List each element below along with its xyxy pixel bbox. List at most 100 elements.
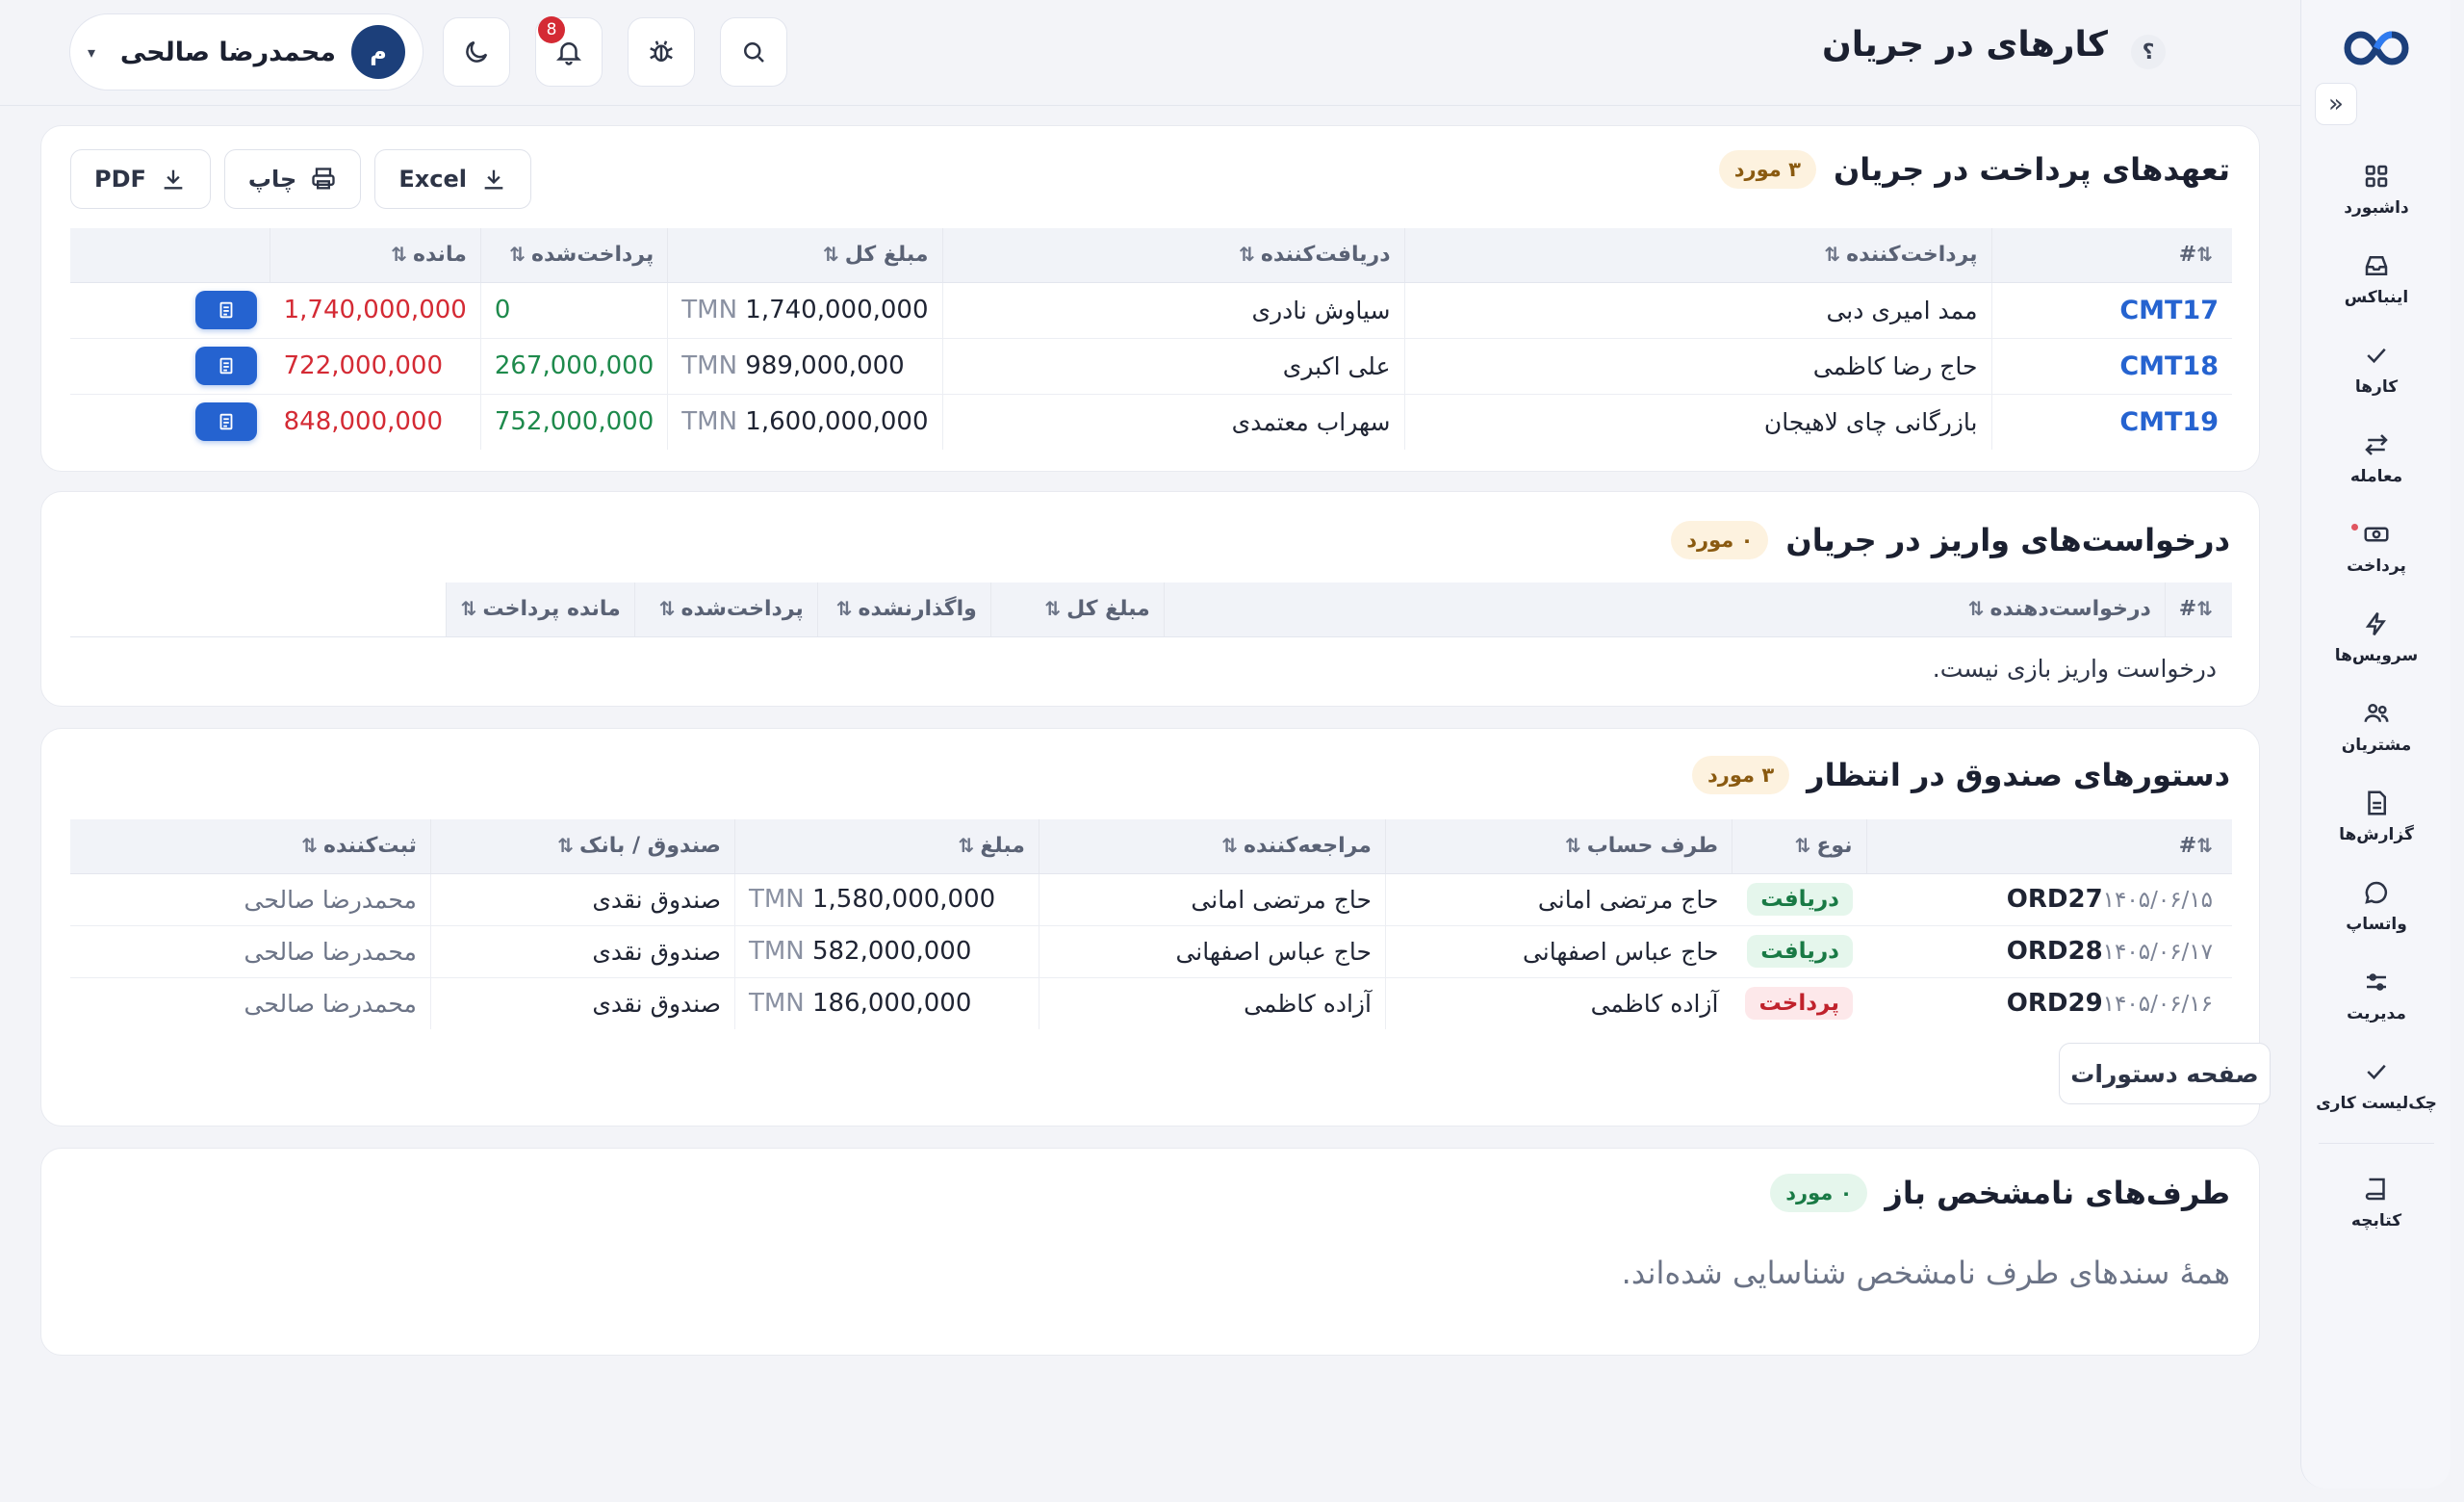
book-icon: [2365, 1178, 2385, 1200]
sidebar-item-label: کارها: [2354, 376, 2399, 397]
row-type: پرداخت: [1732, 977, 1866, 1029]
row-id[interactable]: CMT17: [1990, 282, 2232, 339]
sort-icon: ⇅: [1221, 834, 1239, 858]
table-row[interactable]: CMT17 ممد امیری دبی سیاوش نادری TMN 1,74…: [70, 282, 2232, 339]
column-header[interactable]: ⇅#: [2164, 583, 2232, 637]
document-icon: [219, 414, 233, 430]
search-icon: [744, 42, 764, 63]
count-badge: ۳ مورد: [1691, 756, 1790, 794]
table-row[interactable]: CMT18 حاج رضا کاظمی علی اکبری TMN 989,00…: [70, 338, 2232, 395]
notifications-button[interactable]: 8: [535, 16, 603, 87]
column-header[interactable]: ⇅#: [1990, 228, 2232, 283]
column-header[interactable]: مراجعه‌کننده⇅: [1038, 819, 1386, 874]
debug-button[interactable]: [628, 17, 695, 87]
card-header: طرف‌های نامشخص باز ۰ مورد: [1770, 1149, 2230, 1237]
row-remaining: 1,740,000,000: [270, 282, 481, 339]
user-menu-button[interactable]: م محمدرضا صالحی ▾: [69, 13, 424, 91]
row-paid: 752,000,000: [479, 394, 668, 450]
sidebar-item-label: مشتریان: [2341, 735, 2412, 755]
sidebar-item-tasks[interactable]: کارها: [2301, 324, 2451, 413]
column-header[interactable]: صندوق / بانک⇅: [429, 819, 735, 874]
sidebar-item-dashboard[interactable]: داشبورد: [2301, 144, 2451, 234]
sidebar-item-checklist[interactable]: چک‌لیست کاری: [2301, 1040, 2451, 1129]
sidebar-item-label: معامله: [2349, 466, 2403, 486]
view-document-button[interactable]: [194, 402, 257, 442]
row-payer: بازرگانی چای لاهیجان: [1403, 394, 1991, 450]
column-header[interactable]: پرداخت‌شده⇅: [479, 228, 668, 283]
sidebar-item-payments[interactable]: پرداخت: [2301, 503, 2451, 592]
card-title: تعهدهای پرداخت در جریان: [1833, 151, 2230, 188]
row-actions: [70, 394, 270, 450]
table-row[interactable]: ORD27۱۴۰۵/۰۶/۱۵ دریافت حاج مرتضی امانی ح…: [70, 873, 2232, 926]
table-row[interactable]: ORD28۱۴۰۵/۰۶/۱۷ دریافت حاج عباس اصفهانی …: [70, 925, 2232, 978]
column-header[interactable]: مانده⇅: [270, 228, 481, 283]
view-document-button[interactable]: [194, 347, 257, 385]
sort-icon: ⇅: [958, 834, 975, 858]
column-header[interactable]: واگذارنشده⇅: [816, 583, 991, 637]
column-header[interactable]: ثبت‌کننده⇅: [70, 819, 431, 874]
export-pdf-button[interactable]: PDF: [70, 149, 211, 209]
sort-icon: ⇅: [823, 243, 839, 267]
sort-icon: ⇅: [509, 243, 526, 267]
document-icon: [219, 357, 233, 375]
sidebar-item-management[interactable]: مدیریت: [2301, 950, 2451, 1040]
page-title: کارهای در جریان: [1821, 25, 2108, 65]
table-header-row: ⇅# نوع⇅ طرف حساب⇅ مراجعه‌کننده⇅ مبلغ⇅ صن…: [70, 819, 2232, 874]
sidebar-item-reports[interactable]: گزارش‌ها: [2301, 771, 2451, 861]
column-header[interactable]: پرداخت‌کننده⇅: [1403, 228, 1991, 283]
row-fund: صندوق نقدی: [429, 873, 735, 926]
search-button[interactable]: [720, 17, 787, 87]
sidebar-item-customers[interactable]: مشتریان: [2301, 682, 2451, 771]
sidebar-collapse-button[interactable]: »: [2315, 83, 2357, 125]
row-party: حاج مرتضی امانی: [1384, 873, 1732, 926]
column-header[interactable]: مبلغ کل⇅: [667, 228, 942, 283]
count-badge: ۰ مورد: [1671, 521, 1769, 559]
export-excel-button[interactable]: Excel: [374, 149, 531, 209]
row-order-id[interactable]: ORD29۱۴۰۵/۰۶/۱۶: [1866, 977, 2232, 1029]
sidebar-divider: [2319, 1143, 2434, 1144]
column-header[interactable]: مبلغ⇅: [733, 819, 1040, 874]
deposits-table: ⇅# درخواست‌دهنده⇅ مبلغ کل⇅ واگذارنشده⇅ پ…: [70, 583, 2232, 700]
sidebar-item-services[interactable]: سرویس‌ها: [2301, 592, 2451, 682]
commitments-table: ⇅# پرداخت‌کننده⇅ دریافت‌کننده⇅ مبلغ کل⇅ …: [70, 228, 2232, 450]
sidebar-item-deals[interactable]: معامله: [2301, 413, 2451, 503]
notification-count-badge: 8: [538, 16, 565, 43]
download-icon: [484, 169, 503, 190]
row-id[interactable]: CMT19: [1990, 394, 2232, 450]
top-header: کارهای در جریان ؟ 8 م محمدرضا صالحی ▾: [0, 0, 2300, 106]
column-header[interactable]: درخواست‌دهنده⇅: [1163, 583, 2166, 637]
theme-toggle-button[interactable]: [443, 17, 510, 87]
column-header[interactable]: طرف حساب⇅: [1384, 819, 1732, 874]
row-party: آزاده کاظمی: [1384, 977, 1732, 1029]
sidebar-item-label: اینباکس: [2344, 287, 2409, 307]
column-header[interactable]: پرداخت‌شده⇅: [633, 583, 818, 637]
swap-icon: [2365, 433, 2388, 455]
check-icon: [2367, 1064, 2386, 1079]
card-title: دستورهای صندوق در انتظار: [1807, 757, 2230, 793]
view-document-button[interactable]: [194, 291, 257, 329]
column-header[interactable]: مبلغ کل⇅: [989, 583, 1165, 637]
column-header[interactable]: مانده پرداخت⇅: [445, 583, 635, 637]
sidebar-item-whatsapp[interactable]: واتساپ: [2301, 861, 2451, 950]
column-header[interactable]: نوع⇅: [1731, 819, 1866, 874]
table-row[interactable]: CMT19 بازرگانی چای لاهیجان سهراب معتمدی …: [70, 394, 2232, 450]
row-id[interactable]: CMT18: [1990, 338, 2232, 395]
table-row[interactable]: ORD29۱۴۰۵/۰۶/۱۶ پرداخت آزاده کاظمی آزاده…: [70, 977, 2232, 1029]
sidebar-item-handbook[interactable]: کتابچه: [2301, 1157, 2451, 1247]
row-order-id[interactable]: ORD27۱۴۰۵/۰۶/۱۵: [1866, 873, 2232, 926]
row-order-id[interactable]: ORD28۱۴۰۵/۰۶/۱۷: [1866, 925, 2232, 978]
row-visitor: حاج مرتضی امانی: [1038, 873, 1386, 926]
sort-icon: ⇅: [1044, 597, 1062, 621]
column-header[interactable]: دریافت‌کننده⇅: [941, 228, 1404, 283]
count-badge: ۳ مورد: [1718, 150, 1816, 189]
chevron-down-icon: ▾: [88, 42, 96, 62]
row-type: دریافت: [1732, 925, 1866, 978]
print-button[interactable]: چاپ: [223, 149, 362, 209]
column-header[interactable]: ⇅#: [1865, 819, 2232, 874]
help-icon[interactable]: ؟: [2131, 35, 2166, 69]
sidebar-item-inbox[interactable]: اینباکس: [2301, 234, 2451, 324]
orders-page-button[interactable]: صفحه دستورات: [2059, 1043, 2271, 1104]
row-amount: TMN 582,000,000: [733, 925, 1040, 978]
sort-icon: ⇅: [1564, 834, 1581, 858]
bolt-icon: [2365, 611, 2386, 635]
